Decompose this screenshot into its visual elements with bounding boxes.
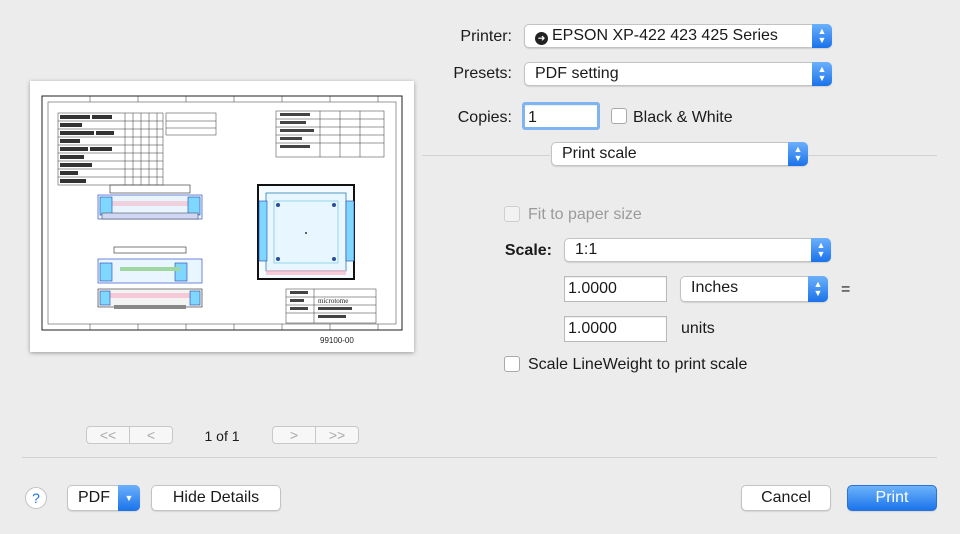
popup-arrows-icon: ▲ ▼ xyxy=(812,24,832,48)
scale-select[interactable]: 1:1 ▲ ▼ xyxy=(564,238,831,262)
section-divider-right xyxy=(808,155,937,156)
copies-label: Copies: xyxy=(457,109,512,126)
preview-nav-back-group: << < xyxy=(86,426,173,444)
presets-label: Presets: xyxy=(453,65,512,82)
scale-lineweight-checkbox[interactable] xyxy=(504,356,520,372)
scale-equals-sign: = xyxy=(841,281,851,298)
popup-arrows-icon: ▲ ▼ xyxy=(812,62,832,86)
print-button[interactable]: Print xyxy=(847,485,937,511)
black-white-label: Black & White xyxy=(633,109,733,126)
scale-units-field[interactable]: 1.0000 xyxy=(564,316,667,342)
first-page-button[interactable]: << xyxy=(87,427,129,443)
presets-select-value: PDF setting xyxy=(535,65,619,82)
scale-unit-select[interactable]: Inches ▲ ▼ xyxy=(680,276,828,302)
scale-unit-select-value: Inches xyxy=(691,279,739,296)
presets-select[interactable]: PDF setting ▲ ▼ xyxy=(524,62,832,86)
black-white-checkbox[interactable] xyxy=(611,108,627,124)
section-divider-left xyxy=(422,155,550,156)
printer-select-value: EPSON XP-422 423 425 Series xyxy=(552,27,778,44)
section-select[interactable]: Print scale ▲ ▼ xyxy=(551,142,808,166)
popup-arrows-icon: ▲ ▼ xyxy=(808,276,828,302)
fit-to-paper-checkbox[interactable] xyxy=(504,206,520,222)
title-block-company: microtome xyxy=(318,297,348,305)
hide-details-button[interactable]: Hide Details xyxy=(151,485,281,511)
pdf-menu-button[interactable]: PDF ▼ xyxy=(67,485,140,511)
chevron-down-icon: ▼ xyxy=(118,485,140,511)
popup-arrows-icon: ▲ ▼ xyxy=(811,238,831,262)
scale-lineweight-label: Scale LineWeight to print scale xyxy=(528,356,748,373)
cancel-button[interactable]: Cancel xyxy=(741,485,831,511)
preview-nav-forward-group: > >> xyxy=(272,426,359,444)
page-indicator: 1 of 1 xyxy=(204,428,240,444)
next-page-button[interactable]: > xyxy=(273,427,315,443)
printer-status-icon: ➜ xyxy=(535,32,548,45)
printer-label: Printer: xyxy=(460,28,512,45)
last-page-button[interactable]: >> xyxy=(315,427,358,443)
copies-field[interactable]: 1 xyxy=(522,102,600,130)
scale-label: Scale: xyxy=(504,242,552,259)
section-select-value: Print scale xyxy=(562,145,637,162)
scale-units-label: units xyxy=(681,320,715,337)
footer-divider xyxy=(22,457,937,458)
drawing-number: 99100-00 xyxy=(320,336,354,345)
fit-to-paper-label: Fit to paper size xyxy=(528,206,642,223)
cad-drawing-preview: microtome 99100-00 xyxy=(41,95,403,345)
scale-select-value: 1:1 xyxy=(575,241,598,258)
help-button[interactable]: ? xyxy=(25,487,47,509)
previous-page-button[interactable]: < xyxy=(129,427,172,443)
pdf-menu-label: PDF xyxy=(78,489,110,506)
popup-arrows-icon: ▲ ▼ xyxy=(788,142,808,166)
preview-page: microtome 99100-00 xyxy=(30,81,414,352)
scale-inches-field[interactable]: 1.0000 xyxy=(564,276,667,302)
printer-select[interactable]: ➜ EPSON XP-422 423 425 Series ▲ ▼ xyxy=(524,24,832,48)
